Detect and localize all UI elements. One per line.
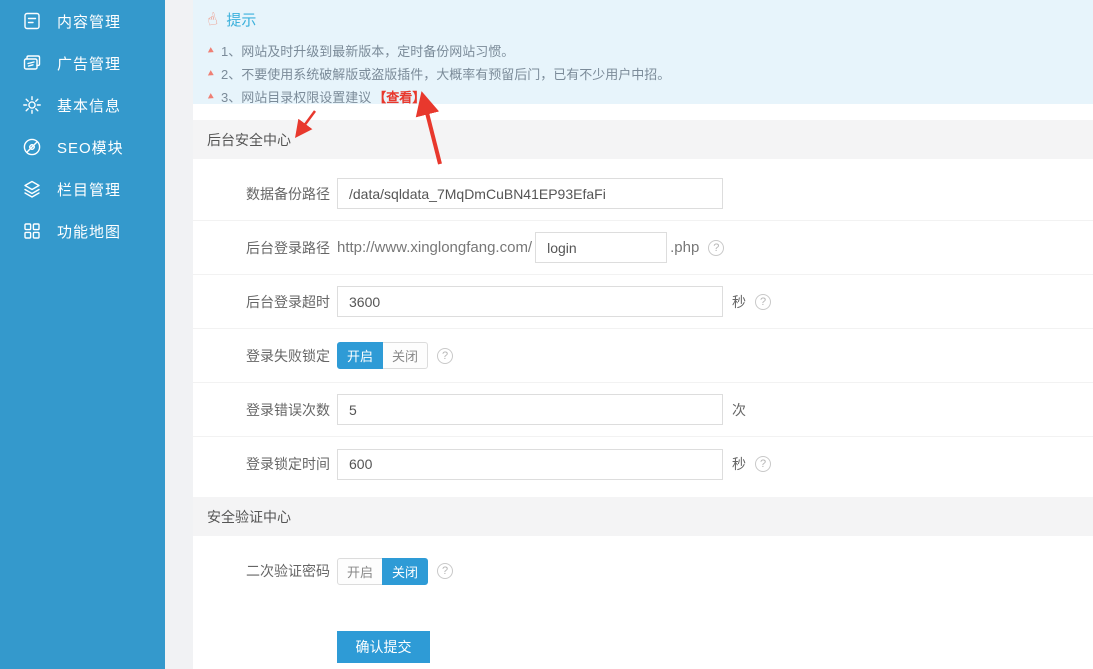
toggle-off-button[interactable]: 关闭 (382, 558, 428, 585)
tips-list: 1、网站及时升级到最新版本，定时备份网站习惯。 2、不要使用系统破解版或盗版插件… (207, 39, 1079, 108)
field-label: 数据备份路径 (193, 184, 330, 204)
tips-item: 2、不要使用系统破解版或盗版插件，大概率有预留后门，已有不少用户中招。 (207, 62, 1079, 85)
form-rows: 数据备份路径 后台登录路径 http://www.xinglongfang.co… (193, 159, 1093, 491)
bullet-arrow-icon (208, 70, 215, 78)
form-row-lock-time: 登录锁定时间 秒 ? (193, 437, 1093, 491)
sidebar-item-label: 栏目管理 (57, 179, 121, 200)
sidebar-item-feature-map[interactable]: 功能地图 (0, 210, 165, 252)
help-icon[interactable]: ? (437, 563, 453, 579)
view-link[interactable]: 【查看】 (373, 87, 425, 106)
ad-cards-icon (21, 52, 43, 74)
section-title: 后台安全中心 (207, 130, 291, 150)
bullet-arrow-icon (208, 47, 215, 55)
main-content: ☝ 提示 1、网站及时升级到最新版本，定时备份网站习惯。 2、不要使用系统破解版… (193, 0, 1093, 663)
sidebar-item-label: 内容管理 (57, 11, 121, 32)
form-row-backup-path: 数据备份路径 (193, 167, 1093, 221)
field-label: 登录失败锁定 (193, 346, 330, 366)
second-verify-toggle: 开启 关闭 (337, 558, 428, 585)
form-row-login-path: 后台登录路径 http://www.xinglongfang.com/ .php… (193, 221, 1093, 275)
form-row-fail-lock: 登录失败锁定 开启 关闭 ? (193, 329, 1093, 383)
field-label: 二次验证密码 (193, 561, 330, 581)
sidebar-content-gutter (165, 0, 193, 669)
help-icon[interactable]: ? (755, 456, 771, 472)
document-icon (21, 10, 43, 32)
form-row-error-times: 登录错误次数 次 (193, 383, 1093, 437)
tips-item-text: 1、网站及时升级到最新版本，定时备份网站习惯。 (221, 41, 514, 60)
sidebar-item-column-mgmt[interactable]: 栏目管理 (0, 168, 165, 210)
sidebar: 内容管理 广告管理 基本信息 SEO模块 栏目管理 (0, 0, 165, 669)
form-row-login-timeout: 后台登录超时 秒 ? (193, 275, 1093, 329)
bullet-arrow-icon (208, 93, 215, 101)
field-label: 后台登录路径 (193, 238, 330, 258)
form-rows: 二次验证密码 开启 关闭 ? (193, 536, 1093, 598)
help-icon[interactable]: ? (437, 348, 453, 364)
grid-icon (21, 220, 43, 242)
toggle-off-button[interactable]: 关闭 (382, 342, 428, 369)
seo-link-icon (21, 136, 43, 158)
sidebar-item-ad-mgmt[interactable]: 广告管理 (0, 42, 165, 84)
sidebar-item-content-mgmt[interactable]: 内容管理 (0, 0, 165, 42)
lock-time-input[interactable] (337, 449, 723, 480)
admin-security-settings-page: 内容管理 广告管理 基本信息 SEO模块 栏目管理 (0, 0, 1093, 669)
field-label: 登录锁定时间 (193, 454, 330, 474)
tips-title: 提示 (226, 9, 256, 30)
submit-button[interactable]: 确认提交 (337, 631, 430, 663)
pointing-hand-icon: ☝ (205, 9, 219, 28)
sidebar-item-label: 基本信息 (57, 95, 121, 116)
field-label: 登录错误次数 (193, 400, 330, 420)
sidebar-item-label: SEO模块 (57, 137, 124, 158)
submit-area: 确认提交 (193, 598, 1093, 663)
login-path-input[interactable] (535, 232, 667, 263)
section-header-security-verify: 安全验证中心 (193, 497, 1093, 536)
error-times-input[interactable] (337, 394, 723, 425)
tips-header: ☝ 提示 (207, 7, 1079, 31)
spacer (193, 104, 1093, 120)
unit-label: 次 (732, 400, 746, 420)
help-icon[interactable]: ? (755, 294, 771, 310)
tips-item: 1、网站及时升级到最新版本，定时备份网站习惯。 (207, 39, 1079, 62)
tips-panel: ☝ 提示 1、网站及时升级到最新版本，定时备份网站习惯。 2、不要使用系统破解版… (193, 0, 1093, 104)
toggle-on-button[interactable]: 开启 (337, 342, 383, 369)
login-timeout-input[interactable] (337, 286, 723, 317)
tips-item-text: 3、网站目录权限设置建议 (221, 87, 371, 106)
layers-icon (21, 178, 43, 200)
unit-label: 秒 (732, 292, 746, 312)
form-row-second-verify: 二次验证密码 开启 关闭 ? (193, 544, 1093, 598)
sidebar-item-seo-module[interactable]: SEO模块 (0, 126, 165, 168)
sidebar-item-label: 广告管理 (57, 53, 121, 74)
url-suffix-text: .php (670, 239, 699, 256)
section-header-backend-security: 后台安全中心 (193, 120, 1093, 159)
backup-path-input[interactable] (337, 178, 723, 209)
fail-lock-toggle: 开启 关闭 (337, 342, 428, 369)
section-title: 安全验证中心 (207, 507, 291, 527)
unit-label: 秒 (732, 454, 746, 474)
url-prefix-text: http://www.xinglongfang.com/ (337, 239, 532, 256)
sidebar-item-basic-info[interactable]: 基本信息 (0, 84, 165, 126)
field-label: 后台登录超时 (193, 292, 330, 312)
help-icon[interactable]: ? (708, 240, 724, 256)
gear-icon (21, 94, 43, 116)
toggle-on-button[interactable]: 开启 (337, 558, 383, 585)
sidebar-item-label: 功能地图 (57, 221, 121, 242)
tips-item-text: 2、不要使用系统破解版或盗版插件，大概率有预留后门，已有不少用户中招。 (221, 64, 670, 83)
